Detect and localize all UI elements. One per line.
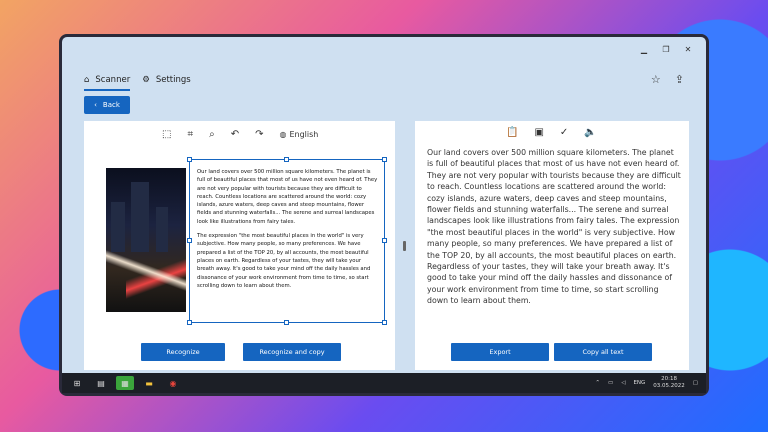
network-icon[interactable]: ▭ xyxy=(608,380,613,386)
gear-icon: ⚙ xyxy=(142,75,150,85)
tab-scanner[interactable]: ⌂ Scanner xyxy=(84,75,131,91)
zoom-icon[interactable]: ⌕ xyxy=(209,129,215,140)
recognize-and-copy-button[interactable]: Recognize and copy xyxy=(243,343,341,361)
resize-handle[interactable] xyxy=(382,157,387,162)
chevron-up-icon[interactable]: ⌃ xyxy=(595,380,600,386)
tab-settings[interactable]: ⚙ Settings xyxy=(142,75,191,85)
output-panel: 📋 ▣ ✓ 🔈 Our land covers over 500 million… xyxy=(415,121,689,370)
restore-icon[interactable]: ❐ xyxy=(656,45,676,54)
source-panel: ⬚ ⌗ ⌕ ↶ ↷ ◍ English Our land covers over… xyxy=(84,121,395,370)
nav-tabs: ⌂ Scanner ⚙ Settings xyxy=(84,75,191,91)
minimize-icon[interactable]: ▁ xyxy=(634,45,654,54)
export-button[interactable]: Export xyxy=(451,343,549,361)
back-button[interactable]: ‹ Back xyxy=(84,96,130,114)
undo-icon[interactable]: ↶ xyxy=(231,129,239,140)
check-icon[interactable]: ✓ xyxy=(560,127,568,138)
notification-icon[interactable]: ▢ xyxy=(693,380,698,386)
scanner-app-icon[interactable]: ▦ xyxy=(116,376,134,390)
save-icon[interactable]: ▣ xyxy=(534,127,543,138)
paste-icon[interactable]: 📋 xyxy=(506,127,518,138)
speaker-icon[interactable]: 🔈 xyxy=(584,127,596,138)
file-explorer-icon[interactable]: ▬ xyxy=(140,376,158,390)
clock[interactable]: 20:18 03.05.2022 xyxy=(653,376,685,390)
left-toolbar: ⬚ ⌗ ⌕ ↶ ↷ ◍ English xyxy=(162,129,318,140)
system-tray: ⌃ ▭ ◁ ENG 20:18 03.05.2022 ▢ xyxy=(595,376,698,390)
task-view-icon[interactable]: ▤ xyxy=(92,376,110,390)
star-icon[interactable]: ☆ xyxy=(651,73,661,86)
scanner-icon: ⌂ xyxy=(84,75,90,85)
volume-icon[interactable]: ◁ xyxy=(621,380,625,386)
resize-handle[interactable] xyxy=(187,157,192,162)
share-icon[interactable]: ⇪ xyxy=(675,73,684,86)
top-actions: ☆ ⇪ xyxy=(651,73,684,86)
resize-handle[interactable] xyxy=(187,238,192,243)
taskbar: ⊞ ▤ ▦ ▬ ◉ ⌃ ▭ ◁ ENG 20:18 03.05.2022 ▢ xyxy=(62,373,706,393)
app-window: ▁ ❐ ✕ ⌂ Scanner ⚙ Settings ☆ ⇪ ‹ Back ⬚ … xyxy=(59,34,709,396)
recognize-button[interactable]: Recognize xyxy=(141,343,225,361)
resize-handle[interactable] xyxy=(382,320,387,325)
resize-handle[interactable] xyxy=(284,157,289,162)
resize-handle[interactable] xyxy=(187,320,192,325)
recognized-paragraph-1: Our land covers over 500 million square … xyxy=(197,169,378,225)
crop-icon[interactable]: ⌗ xyxy=(187,129,193,140)
resize-handle[interactable] xyxy=(382,238,387,243)
language-selector[interactable]: ◍ English xyxy=(279,130,318,139)
copy-all-text-button[interactable]: Copy all text xyxy=(554,343,652,361)
resize-handle[interactable] xyxy=(284,320,289,325)
windows-start-icon[interactable]: ⊞ xyxy=(68,376,86,390)
selection-box[interactable]: Our land covers over 500 million square … xyxy=(189,159,385,323)
redo-icon[interactable]: ↷ xyxy=(255,129,263,140)
globe-icon: ◍ xyxy=(279,130,287,139)
language-indicator[interactable]: ENG xyxy=(633,380,645,386)
panel-splitter[interactable] xyxy=(403,241,406,251)
close-icon[interactable]: ✕ xyxy=(678,45,698,54)
right-toolbar: 📋 ▣ ✓ 🔈 xyxy=(506,127,597,138)
select-area-icon[interactable]: ⬚ xyxy=(162,129,171,140)
recognized-paragraph-2: The expression "the most beautiful place… xyxy=(197,233,371,289)
source-photo xyxy=(106,168,186,312)
chrome-icon[interactable]: ◉ xyxy=(164,376,182,390)
chevron-left-icon: ‹ xyxy=(94,101,97,109)
output-text[interactable]: Our land covers over 500 million square … xyxy=(427,147,681,307)
